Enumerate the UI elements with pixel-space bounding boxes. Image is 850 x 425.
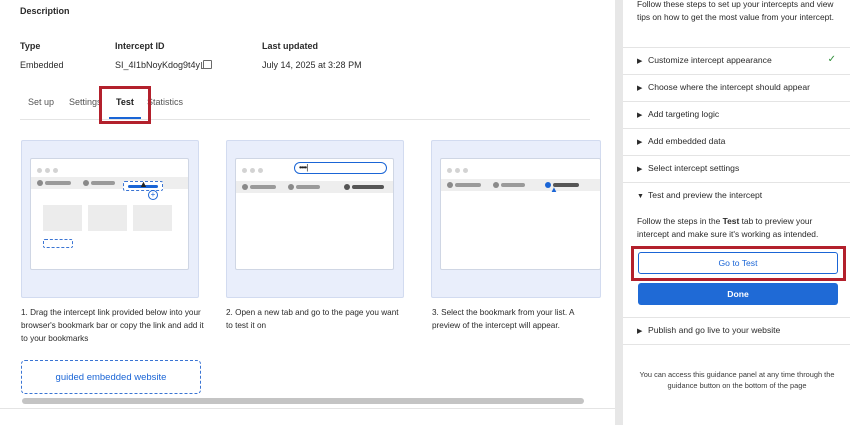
guidance-step-customize[interactable]: ▶ Customize intercept appearance ✓ [623, 47, 850, 74]
last-updated-value: July 14, 2025 at 3:28 PM [262, 60, 362, 70]
step-1-text: 1. Drag the intercept link provided belo… [21, 308, 204, 343]
guidance-step-label: Add embedded data [648, 136, 726, 146]
guidance-footer-note: You can access this guidance panel at an… [639, 370, 835, 390]
browser-mockup: ▲ + [30, 158, 189, 270]
guidance-step-label: Add targeting logic [648, 109, 720, 119]
guidance-step-embedded-data[interactable]: ▶ Add embedded data [623, 128, 850, 155]
guidance-step-label: Customize intercept appearance [648, 55, 772, 65]
step-2-text: 2. Open a new tab and go to the page you… [226, 308, 399, 330]
horizontal-scrollbar[interactable] [20, 398, 590, 406]
address-bar-text: ••••| [299, 163, 308, 172]
type-value: Embedded [20, 60, 64, 70]
guidance-step-placement[interactable]: ▶ Choose where the intercept should appe… [623, 74, 850, 101]
description-text: Follow the steps in the [637, 216, 723, 226]
intercept-id-row: SI_4I1bNoyKdog9t4y [115, 60, 213, 70]
add-icon: + [148, 190, 158, 200]
divider [0, 408, 615, 409]
chevron-right-icon: ▶ [637, 166, 643, 173]
step-3-illustration: ▲ [431, 140, 601, 298]
scrollbar-thumb[interactable] [22, 398, 584, 404]
chevron-right-icon: ▶ [637, 85, 643, 92]
go-to-test-highlight [631, 246, 846, 281]
cursor-icon: ▲ [550, 185, 558, 194]
copy-icon[interactable] [201, 60, 213, 69]
main-content: Description Type Intercept ID Last updat… [0, 0, 615, 425]
tab-set-up[interactable]: Set up [28, 97, 54, 107]
chevron-right-icon: ▶ [637, 139, 643, 146]
guidance-step-settings[interactable]: ▶ Select intercept settings [623, 155, 850, 182]
done-button[interactable]: Done [638, 283, 838, 305]
panel-intro-text: Follow these steps to set up your interc… [637, 0, 834, 22]
step-2-illustration: ••••| [226, 140, 404, 298]
intercept-id-label: Intercept ID [115, 41, 165, 51]
check-icon: ✓ [827, 54, 836, 65]
description-bold-text: Test [722, 216, 740, 226]
guidance-step-label: Test and preview the intercept [648, 190, 763, 200]
description-heading: Description [20, 6, 70, 16]
guidance-step-targeting[interactable]: ▶ Add targeting logic [623, 101, 850, 128]
browser-mockup: ••••| [235, 158, 394, 270]
test-tab-highlight [99, 86, 151, 124]
intercept-id-value: SI_4I1bNoyKdog9t4y [115, 60, 201, 70]
guidance-panel: Follow these steps to set up your interc… [623, 0, 850, 425]
type-label: Type [20, 41, 41, 51]
tab-statistics[interactable]: Statistics [147, 97, 183, 107]
guidance-step-label: Publish and go live to your website [648, 325, 781, 335]
last-updated-label: Last updated [262, 41, 319, 51]
tab-settings[interactable]: Settings [69, 97, 102, 107]
chevron-down-icon: ▼ [637, 193, 644, 200]
chevron-right-icon: ▶ [637, 58, 643, 65]
divider [623, 344, 850, 345]
panel-divider [615, 0, 623, 425]
guidance-step-publish[interactable]: ▶ Publish and go live to your website [623, 317, 850, 344]
bookmark-link-button[interactable]: guided embedded website [21, 360, 201, 394]
chevron-right-icon: ▶ [637, 112, 643, 119]
guidance-step-label: Choose where the intercept should appear [648, 82, 810, 92]
cursor-icon: ▲ [139, 179, 148, 189]
guidance-step-label: Select intercept settings [648, 163, 740, 173]
browser-mockup: ▲ [440, 158, 601, 270]
test-step-description: Follow the steps in the Test tab to prev… [637, 215, 842, 240]
address-bar: ••••| [294, 162, 387, 174]
step-1-illustration: ▲ + [21, 140, 199, 298]
step-3-text: 3. Select the bookmark from your list. A… [432, 308, 574, 330]
guidance-step-test-preview[interactable]: ▼ Test and preview the intercept [623, 182, 850, 209]
chevron-right-icon: ▶ [637, 328, 643, 335]
